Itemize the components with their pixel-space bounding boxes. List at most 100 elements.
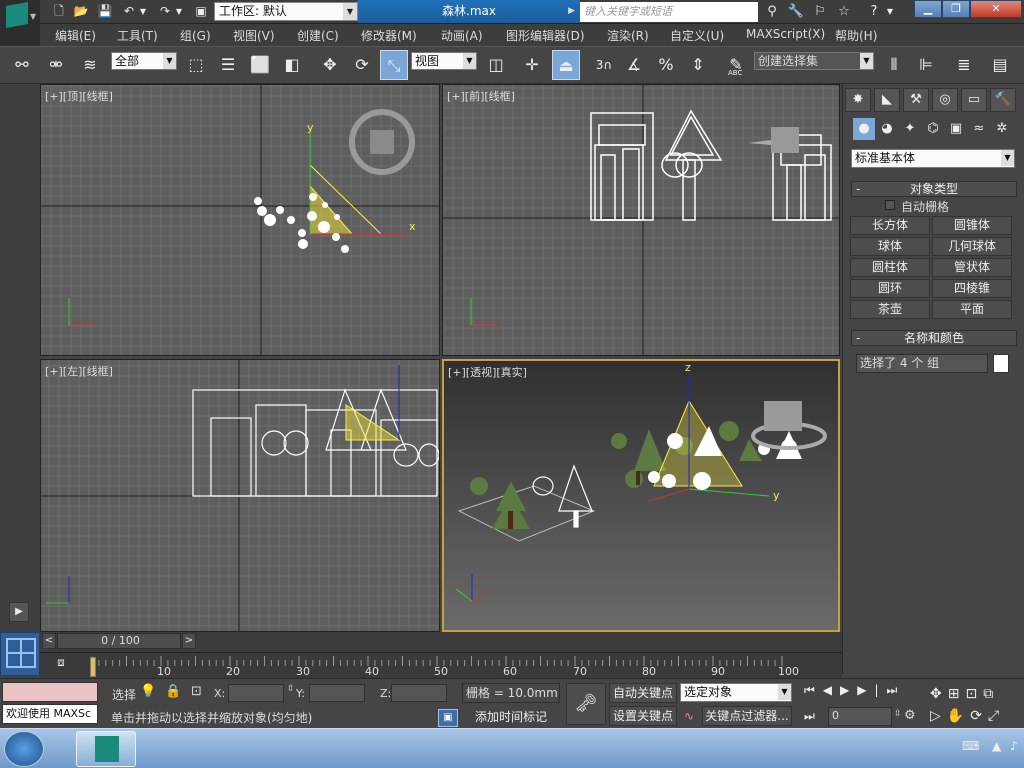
rollout-object-type[interactable]: - 对象类型 — [851, 181, 1017, 197]
lights-icon[interactable]: ✦ — [899, 118, 921, 140]
viewport-label-top[interactable]: [+][顶][线框] — [45, 88, 113, 104]
key-mode-toggle-icon[interactable]: ⏭ — [804, 709, 824, 727]
tab-hierarchy[interactable]: ⚒ — [903, 88, 929, 112]
unlink-icon[interactable]: ⚮ — [42, 50, 70, 80]
project-folder-icon[interactable]: ▣ — [192, 3, 210, 20]
menu-item-animation[interactable]: 动画(A) — [441, 27, 483, 44]
rotate-icon[interactable]: ⟳ — [348, 50, 376, 80]
object-name-field[interactable]: 选择了 4 个 组 — [856, 354, 988, 373]
move-icon[interactable]: ✥ — [316, 50, 344, 80]
percent-snap-icon[interactable]: % — [652, 50, 680, 80]
help-dropdown-icon[interactable]: ▼ — [884, 3, 896, 21]
x-spinner-icon[interactable]: ⇳ — [287, 684, 295, 694]
menu-item-edit[interactable]: 编辑(E) — [55, 27, 96, 44]
time-slider-thumb[interactable]: 0 / 100 — [57, 633, 181, 649]
time-slider-prev[interactable]: < — [42, 633, 56, 649]
angle-snap-icon[interactable]: ∡ — [620, 50, 648, 80]
select-object-icon[interactable]: ⬚ — [182, 50, 210, 80]
menu-item-customize[interactable]: 自定义(U) — [670, 27, 724, 44]
named-selection-dropdown[interactable]: 创建选择集 ▼ — [754, 52, 874, 70]
rectangular-selection-icon[interactable]: ⬜ — [246, 50, 274, 80]
keyboard-shortcut-override-icon[interactable]: ⏏ — [552, 50, 580, 80]
viewport-top[interactable]: x y [+][顶][线框] — [40, 84, 440, 356]
menu-item-rendering[interactable]: 渲染(R) — [607, 27, 649, 44]
start-orb-icon[interactable] — [4, 731, 44, 767]
binoculars-icon[interactable]: ⚲ — [762, 3, 782, 21]
viewport-label-front[interactable]: [+][前][线框] — [447, 88, 515, 104]
tube-button[interactable]: 管状体 — [932, 258, 1012, 277]
add-time-tag-button[interactable]: 添加时间标记 — [462, 708, 560, 728]
menu-item-group[interactable]: 组(G) — [180, 27, 211, 44]
maxscript-listener[interactable]: 欢迎使用 MAXSc — [2, 704, 98, 724]
minimize-button[interactable]: ▁ — [914, 0, 942, 18]
systems-icon[interactable]: ✲ — [991, 118, 1013, 140]
plane-button[interactable]: 平面 — [932, 300, 1012, 319]
communication-center-icon[interactable]: ⚐ — [810, 3, 830, 21]
align-icon[interactable]: ⊫ — [912, 50, 940, 80]
isolate-selection-icon[interactable]: 💡 — [140, 684, 156, 699]
selection-lock-icon[interactable]: 🔒 — [165, 684, 181, 699]
graphite-ribbon-icon[interactable]: ▤ — [986, 50, 1014, 80]
workspace-dropdown[interactable]: 工作区: 默认 ▼ — [214, 2, 358, 21]
window-crossing-icon[interactable]: ◧ — [278, 50, 306, 80]
autogrid-checkbox[interactable] — [885, 200, 895, 210]
close-button[interactable]: ✕ — [970, 0, 1022, 18]
selection-filter-dropdown[interactable]: 全部 ▼ — [111, 52, 177, 70]
y-coordinate-field[interactable] — [309, 684, 365, 702]
shapes-icon[interactable]: ◕ — [876, 118, 898, 140]
frame-spinner-icon[interactable]: ⇳ — [894, 709, 902, 719]
absolute-mode-icon[interactable]: ⊡ — [191, 684, 202, 699]
cylinder-button[interactable]: 圆柱体 — [850, 258, 930, 277]
time-tag-icon[interactable]: ▣ — [438, 709, 458, 727]
key-filters-button[interactable]: 关键点过滤器... — [702, 706, 792, 726]
notifications-arrow-icon[interactable]: ▲ — [992, 739, 1004, 757]
set-key-icon[interactable]: 🗝 — [566, 683, 606, 725]
select-and-link-icon[interactable]: ⚯ — [8, 50, 36, 80]
geosphere-button[interactable]: 几何球体 — [932, 237, 1012, 256]
mirror-icon[interactable]: ⫴ — [880, 50, 908, 80]
cone-button[interactable]: 圆锥体 — [932, 216, 1012, 235]
teapot-button[interactable]: 茶壶 — [850, 300, 930, 319]
undo-icon[interactable]: ↶ — [120, 3, 138, 20]
box-button[interactable]: 长方体 — [850, 216, 930, 235]
viewport-left[interactable]: [+][左][线框] — [40, 359, 440, 632]
snaps-toggle-icon[interactable]: 3∩ — [590, 50, 618, 80]
spinner-snap-icon[interactable]: ⇕ — [684, 50, 712, 80]
tab-motion[interactable]: ◎ — [932, 88, 958, 112]
save-file-icon[interactable]: 💾 — [96, 3, 114, 20]
viewport-label-left[interactable]: [+][左][线框] — [45, 363, 113, 379]
sphere-button[interactable]: 球体 — [850, 237, 930, 256]
space-warps-icon[interactable]: ≈ — [968, 118, 990, 140]
category-dropdown[interactable]: 标准基本体 ▼ — [851, 149, 1015, 168]
set-key-button[interactable]: 设置关键点 — [609, 706, 677, 726]
key-mode-curve-icon[interactable]: ∿ — [684, 709, 694, 723]
favorites-star-icon[interactable]: ☆ — [834, 3, 854, 21]
helpers-icon[interactable]: ▣ — [945, 118, 967, 140]
object-color-swatch[interactable] — [993, 354, 1009, 373]
viewport-layout-icon[interactable] — [0, 632, 40, 676]
tab-utilities[interactable]: 🔨 — [990, 88, 1016, 112]
geometry-icon[interactable]: ● — [853, 118, 875, 140]
volume-icon[interactable]: ♪ — [1010, 739, 1022, 757]
menu-item-maxscript[interactable]: MAXScript(X) — [746, 27, 825, 41]
tab-create[interactable]: ✸ — [845, 88, 871, 112]
select-by-name-icon[interactable]: ☰ — [214, 50, 242, 80]
torus-button[interactable]: 圆环 — [850, 279, 930, 298]
open-file-icon[interactable]: 📂 — [72, 3, 90, 20]
auto-key-button[interactable]: 自动关键点 — [609, 683, 677, 703]
x-coordinate-field[interactable] — [228, 684, 284, 702]
menu-item-views[interactable]: 视图(V) — [233, 27, 275, 44]
menu-item-help[interactable]: 帮助(H) — [835, 27, 877, 44]
undo-dropdown-icon[interactable]: ▼ — [138, 3, 148, 20]
pyramid-button[interactable]: 四棱锥 — [932, 279, 1012, 298]
time-config-icon[interactable]: ⚙ — [904, 708, 916, 723]
tab-modify[interactable]: ◣ — [874, 88, 900, 112]
manipulate-icon[interactable]: ✛ — [518, 50, 546, 80]
cameras-icon[interactable]: ⌬ — [922, 118, 944, 140]
mini-curve-editor-icon[interactable]: ⧈ — [50, 655, 72, 675]
viewport-label-perspective[interactable]: [+][透视][真实] — [448, 364, 527, 380]
current-time-marker[interactable] — [90, 657, 96, 677]
redo-dropdown-icon[interactable]: ▼ — [174, 3, 184, 20]
taskbar-3dsmax-button[interactable] — [76, 731, 136, 767]
current-frame-field[interactable]: 0 — [828, 707, 892, 726]
